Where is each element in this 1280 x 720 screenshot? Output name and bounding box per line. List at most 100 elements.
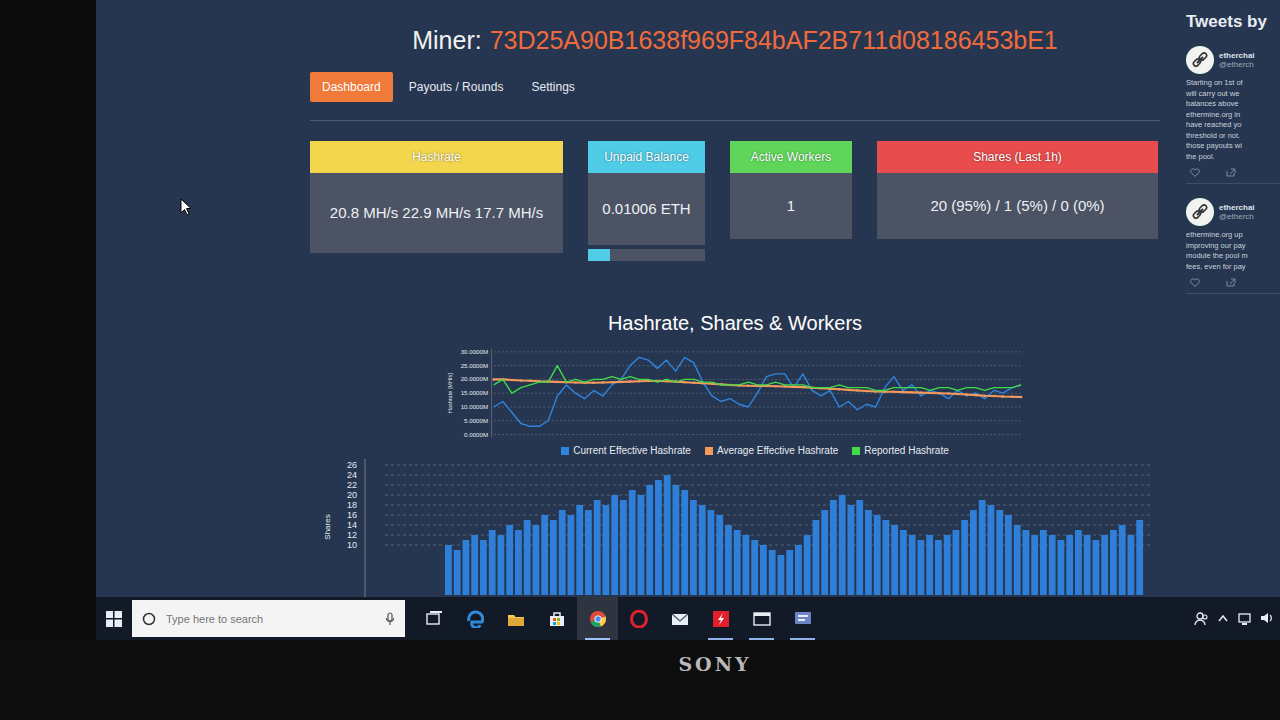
- series-point: [1020, 396, 1022, 398]
- tweet-line: fees, even for pay: [1186, 262, 1280, 273]
- series-point: [492, 378, 494, 380]
- share-bar: [524, 520, 531, 595]
- tweet[interactable]: etherchai@etherchethermine.org upimprovi…: [1186, 198, 1280, 294]
- share-bar: [559, 510, 566, 595]
- series-point: [793, 385, 795, 387]
- tab-label: Settings: [531, 80, 574, 94]
- share-icon: [1226, 168, 1236, 177]
- taskbar-app[interactable]: [495, 597, 536, 640]
- chevron-icon[interactable]: [1216, 611, 1230, 626]
- share-bar: [769, 550, 776, 595]
- taskbar-app[interactable]: [454, 597, 495, 640]
- start-button[interactable]: [96, 597, 132, 640]
- share-bar: [611, 495, 618, 595]
- hashrate-chart: 30.0000M25.0000M20.0000M15.0000M10.0000M…: [310, 347, 1160, 445]
- share-bar: [620, 500, 627, 595]
- series-point: [838, 388, 840, 390]
- card-title: Active Workers: [751, 150, 831, 164]
- axis-tick: 18: [347, 500, 357, 510]
- share-bar: [1119, 525, 1126, 595]
- share-bar: [603, 505, 610, 595]
- axis-tick: 20: [347, 490, 357, 500]
- y-axis-label: Hashrate [MH/s]: [447, 373, 453, 413]
- volume-icon[interactable]: [1260, 611, 1274, 626]
- share-bar: [1005, 515, 1012, 595]
- series-point: [783, 385, 785, 387]
- heart-icon: [1190, 168, 1200, 177]
- series-point: [984, 394, 986, 396]
- taskbar-app[interactable]: [618, 597, 659, 640]
- share-bar: [743, 535, 750, 595]
- taskbar-app[interactable]: [536, 597, 577, 640]
- legend-label: Current Effective Hashrate: [573, 445, 691, 456]
- search-icon: [142, 612, 156, 626]
- store-icon: [548, 610, 566, 628]
- share-bar: [594, 500, 601, 595]
- taskbar-app[interactable]: [741, 597, 782, 640]
- stat-card: Unpaid Balance0.01006 ETH: [588, 141, 705, 261]
- card-body: 20 (95%) / 1 (5%) / 0 (0%): [877, 173, 1158, 239]
- taskbar-app[interactable]: [700, 597, 741, 640]
- series-line: [494, 357, 1021, 426]
- share-bar: [1101, 535, 1108, 595]
- share-bar: [865, 510, 872, 595]
- stat-cards: Hashrate20.8 MH/s 22.9 MH/s 17.7 MH/sUnp…: [310, 141, 1160, 261]
- tweet-name: etherchai: [1219, 51, 1255, 60]
- share-bar: [1058, 540, 1065, 595]
- taskbar-app[interactable]: [577, 597, 618, 640]
- tab[interactable]: Settings: [519, 72, 586, 102]
- series-point: [947, 392, 949, 394]
- series-point: [974, 394, 976, 396]
- legend-item[interactable]: Reported Hashrate: [852, 445, 949, 456]
- tweet[interactable]: etherchai@etherchStarting on 1st ofwill …: [1186, 46, 1280, 184]
- chrome-icon: [589, 610, 607, 628]
- axis-tick: 10.0000M: [461, 403, 489, 410]
- share-bar: [708, 510, 715, 595]
- share-bar: [760, 545, 767, 595]
- axis-tick: 5.0000M: [464, 417, 488, 424]
- series-line: [494, 365, 1021, 393]
- share-bar: [568, 515, 575, 595]
- grid-line: [494, 420, 1021, 421]
- tab-label: Dashboard: [322, 80, 381, 94]
- monitor-bezel: SONY: [0, 640, 1280, 720]
- series-point: [629, 380, 631, 382]
- card-value: 20.8 MH/s 22.9 MH/s 17.7 MH/s: [330, 204, 543, 222]
- share-bar: [1066, 535, 1073, 595]
- network-icon[interactable]: [1238, 611, 1252, 626]
- card-header: Shares (Last 1h): [877, 141, 1158, 173]
- legend-item[interactable]: Average Effective Hashrate: [705, 445, 838, 456]
- opera-icon: [630, 610, 648, 628]
- share-icon: [1226, 278, 1236, 287]
- tweet-line: threshold or not.: [1186, 131, 1280, 142]
- series-point: [1002, 395, 1004, 397]
- share-bar: [883, 520, 890, 595]
- open-indicator: [421, 638, 446, 640]
- grid-line: [494, 406, 1021, 407]
- tab[interactable]: Payouts / Rounds: [397, 72, 516, 102]
- legend-item[interactable]: Current Effective Hashrate: [561, 445, 691, 456]
- axis-tick: 10: [347, 540, 357, 550]
- taskbar-app[interactable]: [413, 597, 454, 640]
- axis-tick: 15.0000M: [461, 389, 489, 396]
- y-axis: [491, 349, 492, 437]
- dashboard: Miner:73D25A90B1638f969F84bAF2B711d08186…: [310, 0, 1160, 597]
- people-icon[interactable]: [1194, 611, 1208, 626]
- monitor-screen: Miner:73D25A90B1638f969F84bAF2B711d08186…: [96, 0, 1280, 640]
- tweet-handle: @etherch: [1219, 60, 1255, 69]
- taskbar-app[interactable]: [659, 597, 700, 640]
- share-bar: [813, 520, 820, 595]
- share-bar: [655, 480, 662, 595]
- tweet-line: balances above: [1186, 99, 1280, 110]
- share-bar: [1093, 540, 1100, 595]
- share-bar: [585, 510, 592, 595]
- taskbar-app[interactable]: [782, 597, 823, 640]
- tab-label: Payouts / Rounds: [409, 80, 504, 94]
- tab-bar: Dashboard Payouts / Rounds Settings: [310, 72, 1160, 102]
- search-input[interactable]: [164, 612, 377, 626]
- share-bar: [1049, 535, 1056, 595]
- share-bar: [1075, 530, 1082, 595]
- open-indicator: [749, 638, 774, 640]
- tab[interactable]: Dashboard: [310, 72, 393, 102]
- tweet-names: etherchai@etherch: [1219, 51, 1255, 69]
